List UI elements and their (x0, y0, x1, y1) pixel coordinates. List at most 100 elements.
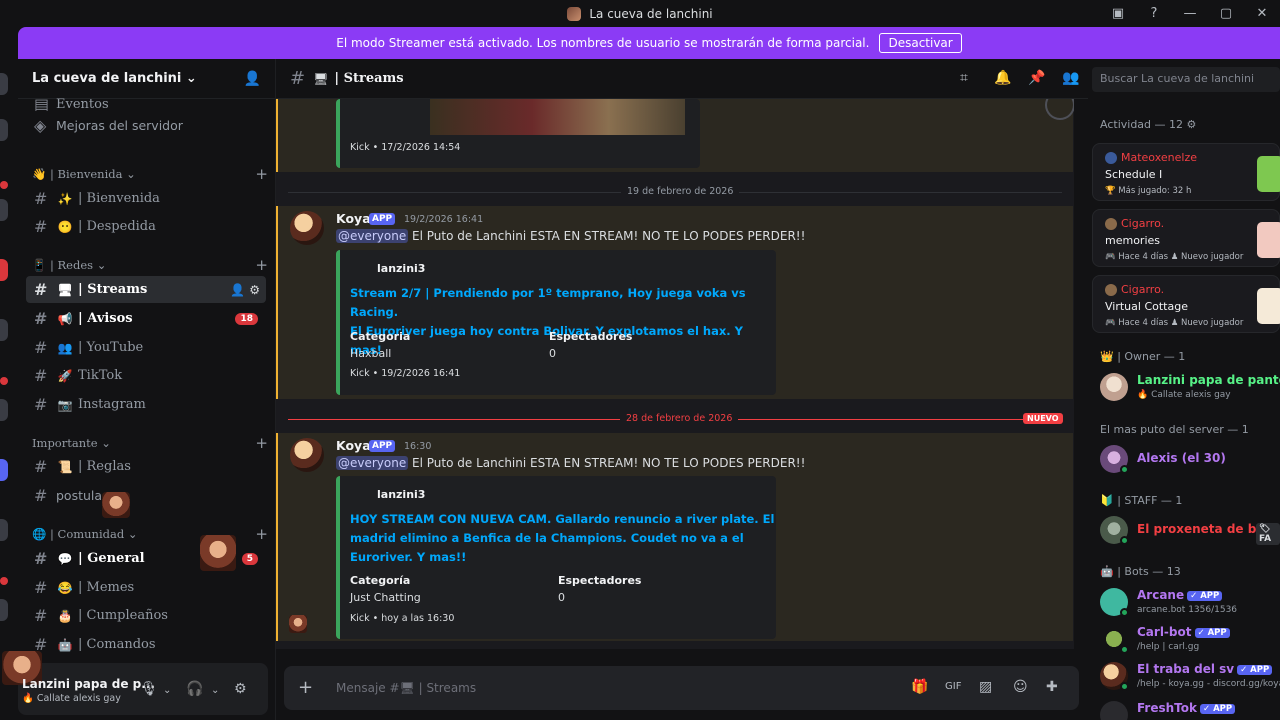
channel-avisos[interactable]: # 📢 | Avisos 18 (26, 305, 266, 332)
channel-comandos[interactable]: # 🤖 | Comandos (26, 631, 266, 658)
gear-icon[interactable]: ⚙ (234, 681, 247, 697)
server-icon[interactable] (0, 519, 8, 541)
server-icon[interactable] (0, 259, 8, 281)
stream-thumbnail[interactable] (430, 99, 685, 135)
member-item[interactable]: FreshTok ✓ APP (1100, 699, 1280, 720)
channel-reglas[interactable]: # 📜 | Reglas (26, 453, 266, 480)
server-icon[interactable] (0, 459, 8, 481)
server-icon[interactable] (0, 599, 8, 621)
activity-card[interactable]: Cigarro. Virtual Cottage 🎮 Hace 4 días ♟… (1092, 275, 1280, 333)
add-channel-icon[interactable]: + (255, 434, 268, 452)
bell-icon[interactable]: 🔔 (994, 70, 1011, 86)
channel-streams[interactable]: # 🖥 | Streams 👤 ⚙ (26, 276, 266, 303)
app-badge: ✓ APP (1237, 665, 1273, 675)
gif-icon[interactable]: GIF (945, 681, 961, 692)
server-header[interactable]: La cueva de lanchini ⌄ 👤 (18, 59, 275, 99)
embed-title[interactable]: Stream 2/7 | Prendiendo por 1º temprano,… (350, 284, 776, 360)
channel-postula[interactable]: # postula (26, 482, 266, 518)
server-icon[interactable] (0, 73, 8, 95)
bot-avatar[interactable] (290, 438, 324, 472)
sticker-icon[interactable]: ▨ (979, 679, 992, 695)
channel-general[interactable]: # 💬 | General 5 (26, 535, 266, 572)
help-icon[interactable]: ? (1136, 6, 1172, 21)
channel-label: Instagram (78, 397, 146, 412)
phone-icon: 📱 (32, 258, 47, 272)
events-item[interactable]: ▤ Eventos (26, 97, 266, 111)
category-label: | Comunidad ⌄ (49, 527, 138, 541)
member-item[interactable]: Carl-bot ✓ APP /help | carl.gg (1100, 623, 1280, 657)
category-bienvenida[interactable]: 👋 | Bienvenida ⌄ + (32, 165, 268, 183)
activity-card[interactable]: Cigarro. memories 🎮 Hace 4 días ♟ Nuevo … (1092, 209, 1280, 267)
embed-author[interactable]: lanzini3 (377, 488, 425, 501)
app-badge: APP (369, 213, 396, 225)
server-boosts-item[interactable]: ◈ Mejoras del servidor (26, 112, 266, 139)
add-channel-icon[interactable]: + (255, 165, 268, 183)
server-icon[interactable] (0, 199, 8, 221)
headphones-icon[interactable]: 🎧 (186, 681, 203, 697)
message-list[interactable]: Kick • 17/2/2026 14:54 19 de febrero de … (276, 99, 1074, 649)
inbox-icon[interactable]: ▣ (1100, 6, 1136, 21)
channel-youtube[interactable]: # 👥 | YouTube (26, 334, 266, 361)
channel-despedida[interactable]: # 😶 | Despedida (26, 213, 266, 240)
channel-settings-icon[interactable]: 👤 ⚙ (230, 283, 260, 297)
app-badge: ✓ APP (1194, 628, 1230, 638)
activity-user: Cigarro. (1121, 283, 1165, 296)
message-text: El Puto de Lanchini ESTA EN STREAM! NO T… (408, 456, 806, 470)
threads-icon[interactable]: ⌗ (960, 70, 968, 86)
channel-bienvenida[interactable]: # ✨ | Bienvenida (26, 185, 266, 212)
add-member-icon[interactable]: 👤 (244, 71, 261, 87)
message-composer[interactable]: + Mensaje #🖥 | Streams 🎁 GIF ▨ ☺ ✚ (284, 666, 1079, 710)
server-icon[interactable] (0, 119, 8, 141)
channel-cumpleanos[interactable]: # 🎂 | Cumpleaños (26, 602, 266, 629)
channel-label: | YouTube (78, 340, 144, 355)
message-author[interactable]: Koya (336, 211, 371, 226)
globe-icon: 🌐 (32, 527, 47, 541)
pin-icon[interactable]: 📌 (1028, 70, 1045, 86)
apps-icon[interactable]: ✚ (1046, 679, 1058, 695)
channel-emoji: 🎂 (57, 608, 73, 623)
member-item[interactable]: Arcane ✓ APP arcane.bot 1356/1536 (1100, 586, 1280, 620)
member-item[interactable]: El traba del sv ✓ APP /help - koya.gg - d… (1100, 660, 1280, 694)
member-item[interactable]: El proxeneta de b... 🏷 FA (1100, 514, 1280, 548)
server-icon[interactable] (0, 319, 8, 341)
server-avatar-icon (567, 6, 582, 21)
embed-author[interactable]: lanzini3 (377, 262, 425, 275)
disable-streamer-button[interactable]: Desactivar (879, 33, 962, 53)
member-status: /help - koya.gg - discord.gg/koya (1137, 679, 1280, 689)
add-attachment-button[interactable]: + (298, 677, 313, 698)
message-author[interactable]: Koya (336, 438, 371, 453)
server-name[interactable]: La cueva de lanchini ⌄ (32, 71, 197, 86)
mention-badge: 5 (241, 552, 258, 565)
maximize-button[interactable]: ▢ (1208, 6, 1244, 21)
add-channel-icon[interactable]: + (255, 256, 268, 274)
channel-tiktok[interactable]: # 🚀 TikTok (26, 362, 266, 389)
everyone-mention[interactable]: @everyone (336, 229, 409, 243)
member-item[interactable]: Lanzini papa de pantox 🔥 Callate alexis … (1100, 371, 1280, 405)
user-panel[interactable]: Lanzini papa de p... 🔥 Callate alexis ga… (2, 651, 268, 715)
bot-avatar[interactable] (290, 211, 324, 245)
channel-instagram[interactable]: # 📷 Instagram (26, 391, 266, 418)
message-input[interactable]: Mensaje #🖥 | Streams (336, 681, 476, 695)
channel-emoji: 👥 (57, 340, 73, 355)
emoji-icon[interactable]: ☺ (1013, 679, 1028, 695)
activity-card[interactable]: Mateoxenelze Schedule I 🏆 Más jugado: 32… (1092, 143, 1280, 201)
channel-memes[interactable]: # 😂 | Memes (26, 574, 266, 601)
category-importante[interactable]: Importante ⌄ + (32, 434, 268, 452)
microphone-icon[interactable]: 🎙 (140, 681, 158, 697)
member-item[interactable]: Alexis (el 30) (1100, 443, 1280, 477)
category-redes[interactable]: 📱 | Redes ⌄ + (32, 256, 268, 274)
minimize-button[interactable]: — (1172, 6, 1208, 21)
embed-title[interactable]: HOY STREAM CON NUEVA CAM. Gallardo renun… (350, 510, 774, 567)
add-channel-icon[interactable]: + (255, 525, 268, 543)
everyone-mention[interactable]: @everyone (336, 456, 409, 470)
members-icon[interactable]: 👥 (1062, 70, 1079, 86)
embed-field-value: 0 (558, 591, 565, 604)
activity-game: memories (1105, 234, 1161, 247)
chevron-down-icon[interactable]: ⌄ (163, 685, 171, 696)
message-text: El Puto de Lanchini ESTA EN STREAM! NO T… (408, 229, 806, 243)
close-button[interactable]: ✕ (1244, 6, 1280, 21)
search-input[interactable]: Buscar La cueva de lanchini (1092, 67, 1280, 92)
chevron-down-icon[interactable]: ⌄ (211, 685, 219, 696)
server-icon[interactable] (0, 399, 8, 421)
gift-icon[interactable]: 🎁 (911, 679, 928, 695)
